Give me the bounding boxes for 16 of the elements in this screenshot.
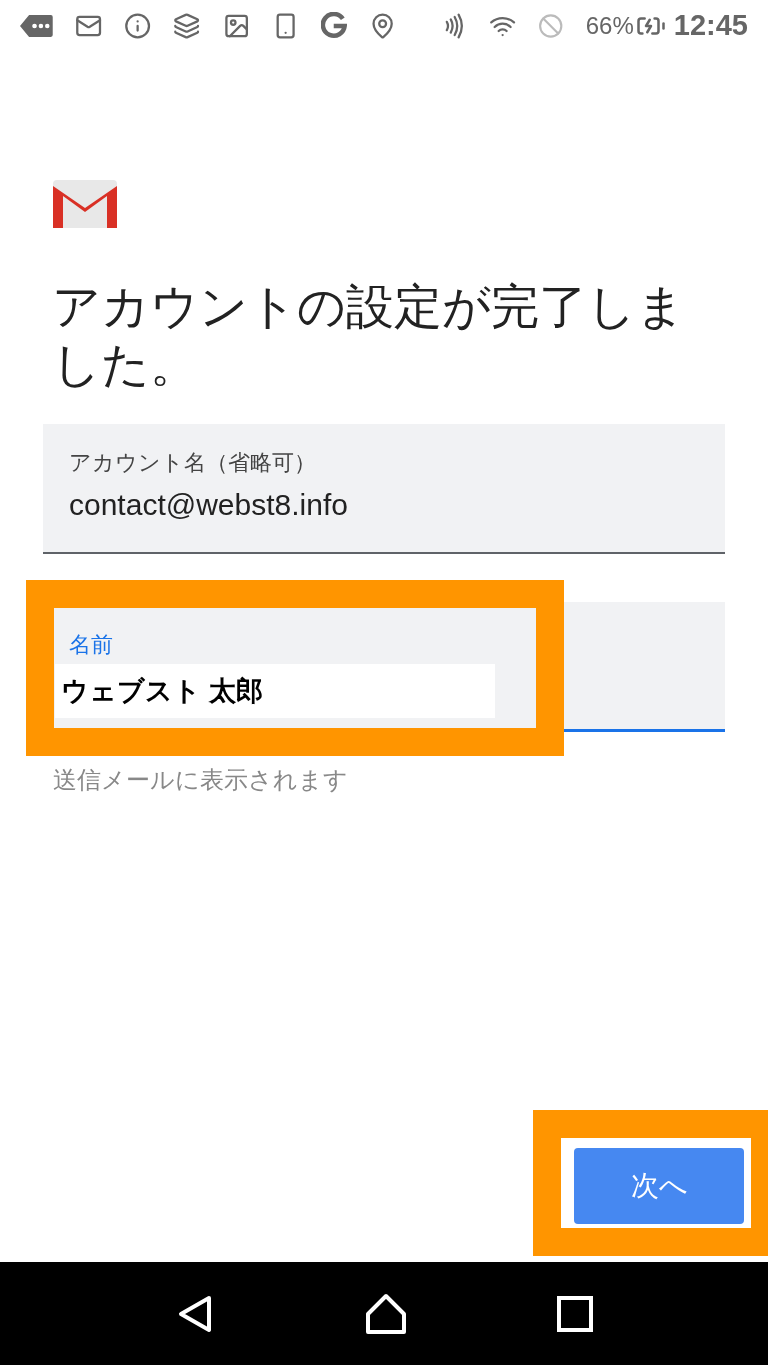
battery-percent: 66% <box>585 11 634 41</box>
layers-icon <box>173 11 201 41</box>
field-label: 名前 <box>69 632 114 658</box>
field-value: contact@webst8.info <box>69 487 349 523</box>
field-label: アカウント名（省略可） <box>69 450 317 476</box>
mail-logo-icon <box>53 180 117 228</box>
helper-text: 送信メールに表示されます <box>52 765 349 795</box>
home-icon[interactable] <box>364 1291 408 1336</box>
info-icon <box>124 11 152 41</box>
google-icon <box>321 12 347 40</box>
clock: 12:45 <box>673 8 748 44</box>
text-field[interactable]: アカウント名（省略可） contact@webst8.info <box>43 424 725 554</box>
field-value: ウェブスト 太郎 <box>55 664 495 718</box>
recents-icon[interactable] <box>557 1295 594 1332</box>
page-title: アカウントの設定が完了しました。 <box>52 279 686 393</box>
more-icon <box>20 14 53 38</box>
